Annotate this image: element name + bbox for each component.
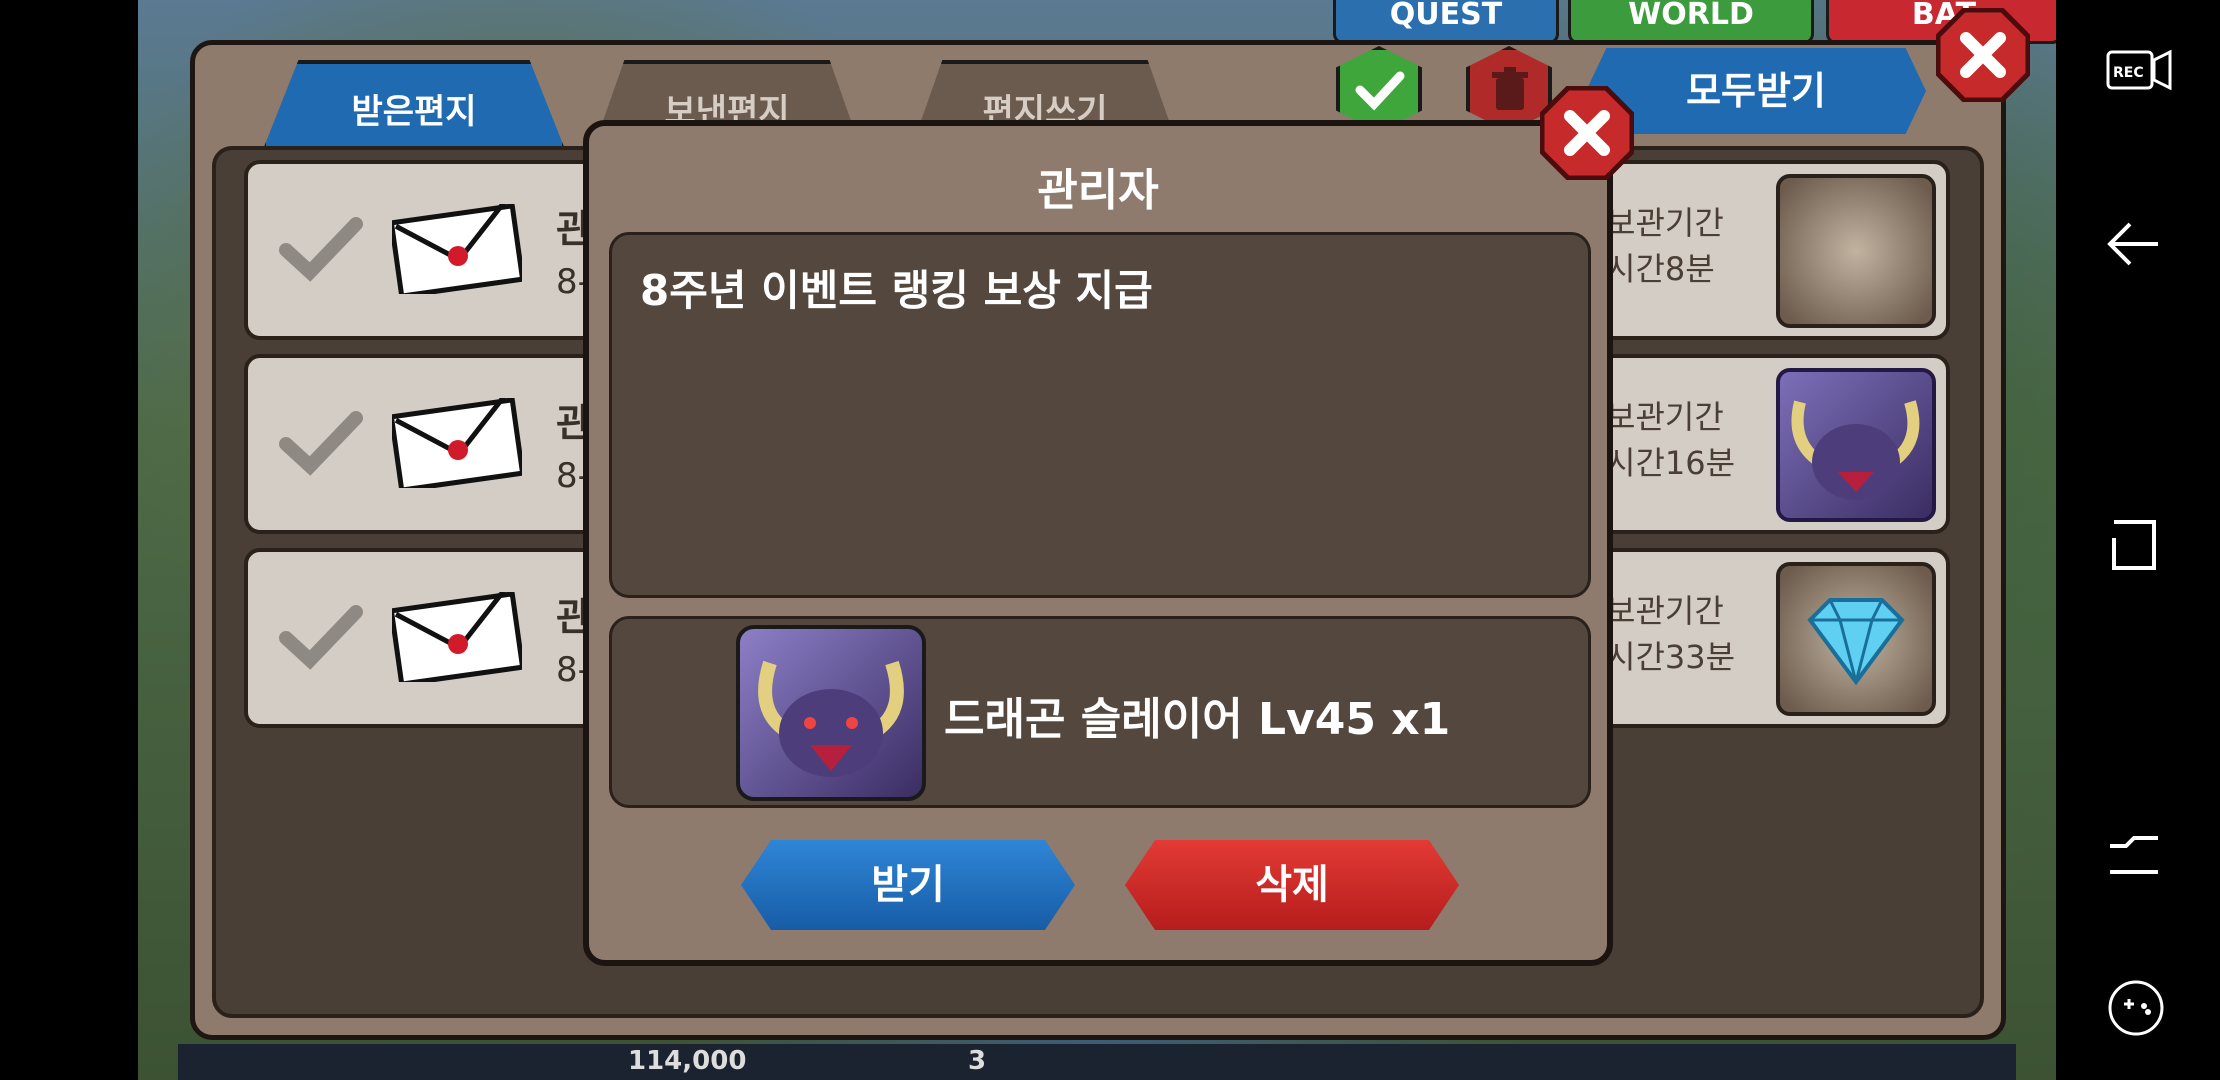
dragon-portrait-icon bbox=[1776, 368, 1936, 522]
reward-text: 드래곤 슬레이어 Lv45 x1 bbox=[944, 694, 1451, 745]
keep-period-label: 보관기간 bbox=[1606, 204, 1724, 242]
gem-count: 3 bbox=[968, 1046, 987, 1076]
receive-button[interactable]: 받기 bbox=[741, 840, 1075, 930]
bg-quest-tab: QUEST bbox=[1333, 0, 1559, 44]
dragon-slayer-icon bbox=[736, 625, 926, 801]
remaining-time: 시간16분 bbox=[1606, 444, 1736, 482]
check-icon[interactable] bbox=[278, 602, 364, 672]
check-icon[interactable] bbox=[278, 214, 364, 284]
close-dialog-icon[interactable] bbox=[1540, 86, 1634, 180]
home-icon[interactable] bbox=[2106, 822, 2162, 878]
receive-all-button[interactable]: 모두받기 bbox=[1586, 48, 1926, 134]
diamond-icon bbox=[1776, 562, 1936, 716]
mail-detail-dialog: 관리자 8주년 이벤트 랭킹 보상 지급 드래곤 슬레이어 Lv45 x1 받기… bbox=[583, 120, 1613, 966]
message-text: 8주년 이벤트 랭킹 보상 지급 bbox=[640, 266, 1153, 315]
screen-record-icon[interactable]: REC bbox=[2106, 46, 2174, 94]
envelope-icon bbox=[392, 398, 522, 488]
envelope-icon bbox=[392, 592, 522, 682]
dialog-title: 관리자 bbox=[1037, 165, 1159, 216]
check-icon bbox=[1355, 71, 1405, 111]
envelope-icon bbox=[392, 204, 522, 294]
close-mailbox-icon[interactable] bbox=[1936, 8, 2030, 102]
burst-placeholder-icon bbox=[1776, 174, 1936, 328]
svg-text:REC: REC bbox=[2113, 65, 2144, 81]
bg-world-tab: WORLD bbox=[1568, 0, 1814, 44]
keep-period-label: 보관기간 bbox=[1606, 592, 1724, 630]
check-icon[interactable] bbox=[278, 408, 364, 478]
remaining-time: 시간8분 bbox=[1606, 250, 1715, 288]
keep-period-label: 보관기간 bbox=[1606, 398, 1724, 436]
trash-icon bbox=[1492, 67, 1528, 110]
tab-received[interactable]: 받은편지 bbox=[262, 60, 566, 152]
message-box: 8주년 이벤트 랭킹 보상 지급 bbox=[609, 232, 1591, 598]
game-tools-icon[interactable] bbox=[2106, 978, 2166, 1038]
gold-count: 114,000 bbox=[628, 1046, 747, 1076]
reward-box: 드래곤 슬레이어 Lv45 x1 bbox=[609, 616, 1591, 808]
bg-status-bar: 114,000 3 bbox=[178, 1044, 2016, 1080]
system-nav-bar: REC bbox=[2056, 0, 2220, 1080]
remaining-time: 시간33분 bbox=[1606, 638, 1736, 676]
recent-apps-icon[interactable] bbox=[2106, 518, 2162, 574]
delete-button[interactable]: 삭제 bbox=[1125, 840, 1459, 930]
back-arrow-icon[interactable] bbox=[2106, 216, 2162, 272]
